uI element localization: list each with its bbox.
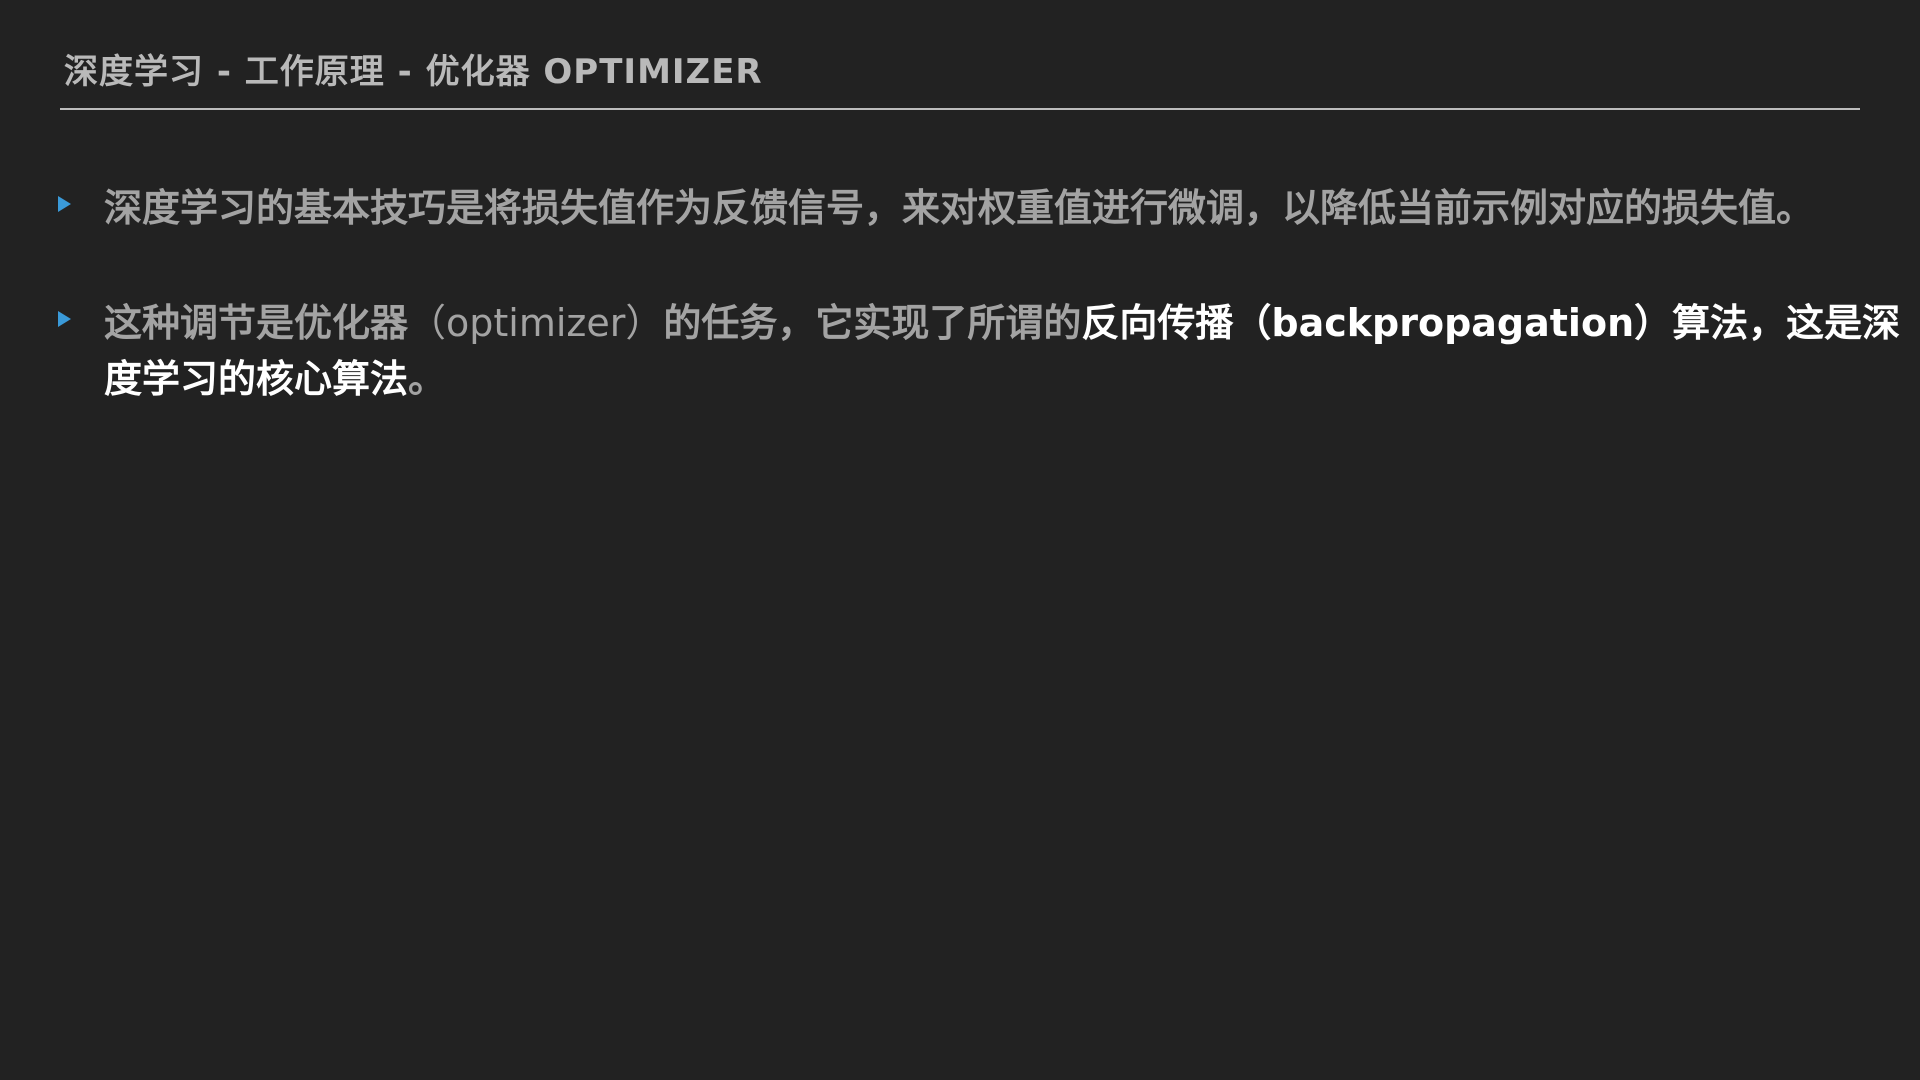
- bullet-text-part: 的任务，它实现了所谓的: [663, 301, 1082, 345]
- bullet-text-part: 这种调节是优化器: [104, 301, 409, 345]
- bullet-sentence: 深度学习的基本技巧是将损失值作为反馈信号，来对权重值进行微调，以降低当前示例对应…: [104, 186, 1815, 230]
- slide-title: 深度学习 - 工作原理 - 优化器 OPTIMIZER: [64, 52, 763, 92]
- slide: 深度学习 - 工作原理 - 优化器 OPTIMIZER 深度学习的基本技巧是将损…: [0, 0, 1920, 1080]
- optimizer-term: （optimizer）: [408, 301, 664, 345]
- title-divider: [60, 108, 1860, 110]
- bullet-text-end: 。: [408, 357, 447, 401]
- bullet-text: 这种调节是优化器（optimizer）的任务，它实现了所谓的反向传播（backp…: [104, 295, 1914, 407]
- triangle-right-icon: [58, 311, 71, 327]
- bullet-text: 深度学习的基本技巧是将损失值作为反馈信号，来对权重值进行微调，以降低当前示例对应…: [104, 180, 1904, 236]
- triangle-right-icon: [58, 196, 71, 212]
